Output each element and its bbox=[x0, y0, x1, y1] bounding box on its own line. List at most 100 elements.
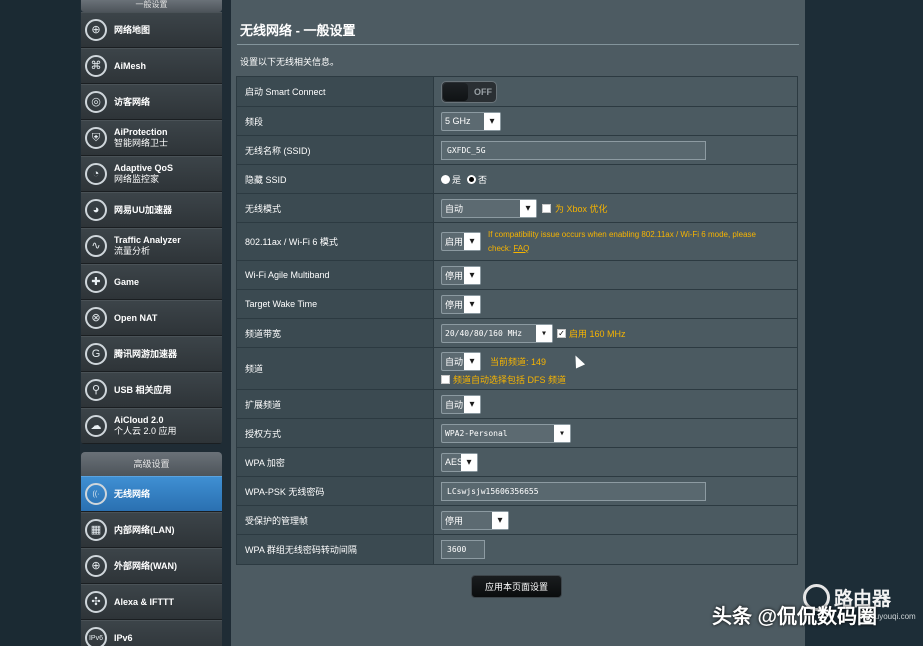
background-left bbox=[0, 0, 80, 646]
label-band: 频段 bbox=[237, 107, 434, 135]
sidebar-item-alexa[interactable]: ✣ Alexa & IFTTT bbox=[81, 584, 222, 620]
label-wireless-mode: 无线模式 bbox=[237, 194, 434, 222]
mesh-icon: ⌘ bbox=[85, 55, 107, 77]
sidebar-item-mesh[interactable]: ⌘ AiMesh bbox=[81, 48, 222, 84]
bandwidth-select[interactable]: 20/40/80/160 MHz bbox=[441, 323, 553, 343]
sidebar-item-label: IPv6 bbox=[114, 632, 133, 643]
xbox-optimize-checkbox[interactable] bbox=[542, 203, 551, 213]
label-wpa-encryption: WPA 加密 bbox=[237, 448, 434, 476]
shield-icon: ⛨ bbox=[85, 127, 107, 149]
group-key-input[interactable]: 3600 bbox=[441, 540, 485, 559]
row-ax-mode: 802.11ax / Wi-Fi 6 模式 启用 If compatibilit… bbox=[237, 223, 797, 261]
sidebar-item-label-block: Traffic Analyzer 流量分析 bbox=[114, 235, 181, 257]
row-ssid: 无线名称 (SSID) GXFDC_5G bbox=[237, 136, 797, 165]
label-target-wake-time: Target Wake Time bbox=[237, 290, 434, 318]
sidebar-item-label: 腾讯网游加速器 bbox=[114, 348, 178, 359]
apply-button[interactable]: 应用本页面设置 bbox=[471, 575, 562, 598]
channel-select[interactable]: 自动 bbox=[441, 351, 481, 371]
sidebar-item-sublabel: 智能网络卫士 bbox=[114, 138, 169, 148]
sidebar-item-label-block: 外部网络(WAN) bbox=[114, 561, 177, 572]
sidebar-item-shield[interactable]: ⛨ AiProtection 智能网络卫士 bbox=[81, 120, 222, 156]
enable-160-checkbox[interactable]: ✓ bbox=[557, 328, 566, 338]
row-wireless-mode: 无线模式 自动 为 Xbox 优化 bbox=[237, 194, 797, 223]
title-divider bbox=[237, 44, 799, 45]
guest-network-icon: ◎ bbox=[85, 91, 107, 113]
sidebar-general-header: 一般设置 bbox=[81, 0, 222, 12]
ax-mode-value: 启用 bbox=[445, 237, 464, 247]
row-wpa-psk: WPA-PSK 无线密码 LCswjsjw15606356655 bbox=[237, 477, 797, 506]
chevron-down-icon bbox=[520, 199, 536, 217]
sidebar-item-label-block: 腾讯网游加速器 bbox=[114, 349, 177, 360]
sidebar-item-usb[interactable]: ⚲ USB 相关应用 bbox=[81, 372, 222, 408]
row-agile-multiband: Wi-Fi Agile Multiband 停用 bbox=[237, 261, 797, 290]
sidebar-item-lan[interactable]: ▦ 内部网络(LAN) bbox=[81, 512, 222, 548]
sidebar-item-globe-map[interactable]: ⊕ 网络地图 bbox=[81, 12, 222, 48]
target-wake-time-select[interactable]: 停用 bbox=[441, 294, 481, 314]
sidebar-item-game-booster[interactable]: G 腾讯网游加速器 bbox=[81, 336, 222, 372]
lan-icon: ▦ bbox=[85, 519, 107, 541]
sidebar-item-label-block: USB 相关应用 bbox=[114, 385, 172, 396]
agile-multiband-value: 停用 bbox=[445, 270, 464, 281]
wan-icon: ⊕ bbox=[85, 555, 107, 577]
chevron-down-icon bbox=[464, 266, 480, 284]
sidebar-item-label: 无线网络 bbox=[114, 488, 151, 499]
router-logo-subtext: luyouqi.com bbox=[873, 612, 916, 621]
dfs-label: 频道自动选择包括 DFS 频道 bbox=[453, 374, 567, 385]
band-select[interactable]: 5 GHz bbox=[441, 111, 501, 131]
sidebar-item-label-block: Open NAT bbox=[114, 313, 157, 324]
ext-channel-select[interactable]: 自动 bbox=[441, 394, 481, 414]
sidebar-item-wireless[interactable]: ((· 无线网络 bbox=[81, 476, 222, 512]
bandwidth-value: 20/40/80/160 MHz bbox=[445, 328, 523, 338]
watermark: 头条 @侃侃数码圈 bbox=[712, 606, 878, 628]
dfs-checkbox[interactable] bbox=[441, 374, 450, 384]
sidebar-item-guest-network[interactable]: ◎ 访客网络 bbox=[81, 84, 222, 120]
label-ssid: 无线名称 (SSID) bbox=[237, 136, 434, 164]
sidebar-item-gamepad[interactable]: ✚ Game bbox=[81, 264, 222, 300]
speedometer-icon: ◔ bbox=[85, 163, 107, 185]
agile-multiband-select[interactable]: 停用 bbox=[441, 265, 481, 285]
sidebar-item-label-block: 无线网络 bbox=[114, 489, 150, 500]
sidebar-item-label-block: AiMesh bbox=[114, 61, 146, 72]
faq-link[interactable]: FAQ bbox=[513, 244, 529, 253]
sidebar-item-speedometer[interactable]: ◔ Adaptive QoS 网络监控家 bbox=[81, 156, 222, 192]
sidebar-item-cloud[interactable]: ☁ AiCloud 2.0 个人云 2.0 应用 bbox=[81, 408, 222, 444]
page-title: 无线网络 - 一般设置 bbox=[240, 23, 356, 38]
wpa-encryption-select[interactable]: AES bbox=[441, 452, 478, 472]
smart-connect-toggle[interactable]: OFF bbox=[441, 80, 497, 103]
sidebar-item-traffic-analyzer[interactable]: ∿ Traffic Analyzer 流量分析 bbox=[81, 228, 222, 264]
chevron-down-icon bbox=[464, 395, 480, 413]
hide-ssid-no-radio[interactable] bbox=[467, 174, 477, 184]
gamepad-icon: ✚ bbox=[85, 271, 107, 293]
hide-ssid-no-label: 否 bbox=[478, 174, 488, 185]
sidebar-item-wan[interactable]: ⊕ 外部网络(WAN) bbox=[81, 548, 222, 584]
sidebar-item-label: Alexa & IFTTT bbox=[114, 596, 175, 607]
sidebar-item-label: 访客网络 bbox=[114, 96, 151, 107]
sidebar-item-label: Adaptive QoS bbox=[114, 163, 174, 173]
toggle-state-text: OFF bbox=[474, 86, 492, 97]
label-bandwidth: 频道带宽 bbox=[237, 319, 434, 347]
hide-ssid-yes-radio[interactable] bbox=[441, 174, 450, 184]
row-ext-channel: 扩展频道 自动 bbox=[237, 390, 797, 419]
wireless-mode-select[interactable]: 自动 bbox=[441, 198, 537, 218]
chevron-down-icon bbox=[554, 424, 570, 442]
auth-select[interactable]: WPA2-Personal bbox=[441, 423, 571, 443]
wireless-icon: ((· bbox=[85, 483, 107, 505]
ssid-input[interactable]: GXFDC_5G bbox=[441, 140, 706, 160]
current-channel-text: 当前频道: 149 bbox=[490, 356, 547, 367]
sidebar-item-open-nat[interactable]: ⊗ Open NAT bbox=[81, 300, 222, 336]
open-nat-icon: ⊗ bbox=[85, 307, 107, 329]
sidebar-item-label-block: 访客网络 bbox=[114, 97, 150, 108]
sidebar-item-sublabel: 网络监控家 bbox=[114, 174, 160, 184]
chevron-down-icon bbox=[464, 295, 480, 313]
wpa-psk-input[interactable]: LCswjsjw15606356655 bbox=[441, 481, 706, 501]
sidebar-item-accelerator[interactable]: ◕ 网易UU加速器 bbox=[81, 192, 222, 228]
sidebar-item-label: AiProtection bbox=[114, 127, 168, 137]
pmf-value: 停用 bbox=[445, 515, 464, 526]
wireless-settings-table: 启动 Smart Connect OFF 频段 5 GHz 无线名称 (SSID… bbox=[236, 76, 798, 565]
ext-channel-value: 自动 bbox=[445, 399, 464, 410]
pmf-select[interactable]: 停用 bbox=[441, 510, 509, 530]
ax-mode-select[interactable]: 启用 bbox=[441, 232, 481, 251]
sidebar-item-ipv6[interactable]: IPv6 IPv6 bbox=[81, 620, 222, 646]
label-agile-multiband: Wi-Fi Agile Multiband bbox=[237, 261, 434, 289]
sidebar-item-label: Game bbox=[114, 276, 140, 287]
